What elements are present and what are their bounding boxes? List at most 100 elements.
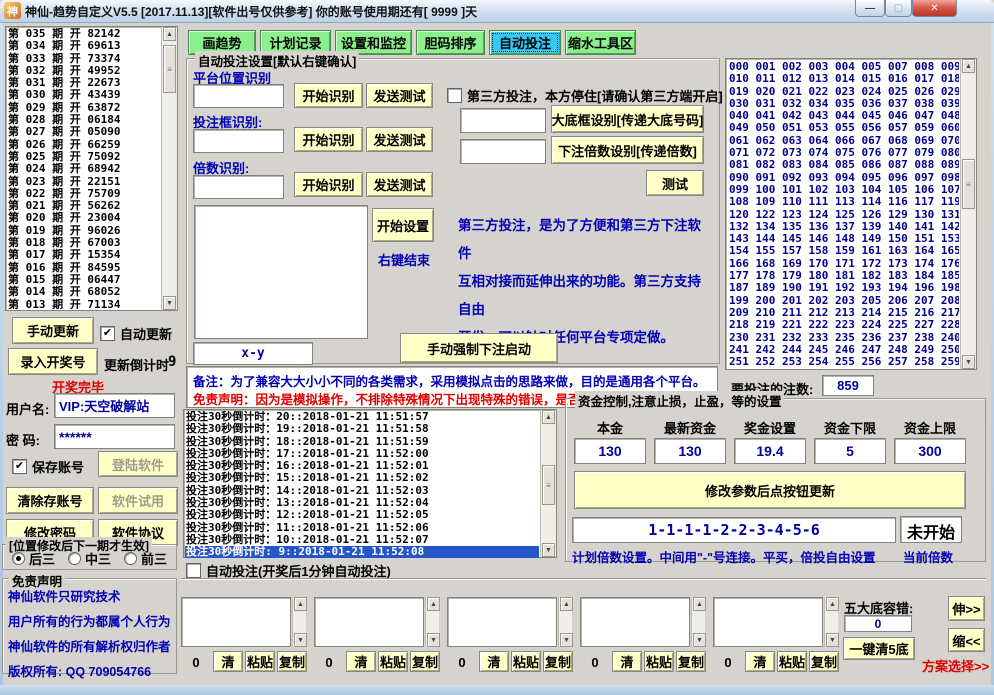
base-panel-1-paste-button[interactable]: 粘贴 — [245, 651, 275, 672]
base-panel-1-clear-button[interactable]: 清 — [213, 651, 243, 672]
manual-force-bet-button[interactable]: 手动强制下注启动 — [400, 333, 558, 363]
auto-update-checkbox[interactable]: ✔ 自动更新 — [100, 324, 172, 343]
bet-box-input[interactable] — [193, 129, 284, 153]
manual-update-button[interactable]: 手动更新 — [12, 317, 94, 344]
base-panel-5-paste-button[interactable]: 粘贴 — [777, 651, 807, 672]
base-panel-3-copy-button[interactable]: 复制 — [543, 651, 573, 672]
clear-saved-account-button[interactable]: 清除存账号 — [6, 487, 94, 514]
radio-mid3[interactable]: 中三 — [68, 549, 111, 568]
base-panel-2-textarea[interactable] — [314, 597, 424, 647]
principal-field[interactable]: 130 — [574, 438, 646, 464]
save-account-checkbox[interactable]: ✔ 保存账号 — [12, 457, 84, 476]
recognize-preview-box[interactable] — [194, 205, 368, 339]
scroll-down-icon[interactable]: ▼ — [542, 543, 555, 557]
bigbase-frame-button[interactable]: 大底框设别[传递大底号码] — [551, 105, 704, 133]
plan-multiplier-field[interactable]: 1-1-1-1-2-2-3-4-5-6 — [572, 517, 896, 543]
draw-history-scrollbar[interactable]: ▲ ▼ ≡ — [161, 27, 177, 310]
scroll-thumb[interactable]: ≡ — [962, 159, 975, 209]
start-setup-button[interactable]: 开始设置 — [372, 208, 434, 242]
enter-draw-number-button[interactable]: 录入开奖号 — [8, 348, 98, 375]
base-panel-2-scrollbar[interactable]: ▲▼ — [425, 597, 439, 647]
scroll-down-icon[interactable]: ▼ — [962, 355, 975, 369]
numbers-scrollbar[interactable]: ▲ ▼ ≡ — [960, 59, 976, 369]
base-panel-5-clear-button[interactable]: 清 — [745, 651, 775, 672]
xy-coordinate-field[interactable]: x-y — [193, 342, 313, 365]
scroll-down-icon[interactable]: ▼ — [427, 633, 440, 647]
log-scrollbar[interactable]: ▲ ▼ ≡ — [540, 410, 556, 557]
base-panel-4-scrollbar[interactable]: ▲▼ — [691, 597, 705, 647]
base-panel-5-scrollbar[interactable]: ▲▼ — [824, 597, 838, 647]
maximize-button[interactable]: ▢ — [885, 0, 912, 17]
expand-button[interactable]: 伸>> — [948, 596, 985, 621]
bet-numbers-listbox[interactable]: 000 001 002 003 004 005 007 008 009 010 … — [725, 58, 977, 370]
bet-count-field[interactable]: 859 — [822, 375, 874, 396]
plan-select-link[interactable]: 方案选择>> — [922, 656, 989, 675]
scroll-thumb[interactable]: ≡ — [163, 45, 176, 93]
base-panel-4-paste-button[interactable]: 粘贴 — [644, 651, 674, 672]
base-panel-1-copy-button[interactable]: 复制 — [277, 651, 307, 672]
base-panel-3-clear-button[interactable]: 清 — [479, 651, 509, 672]
software-trial-button[interactable]: 软件试用 — [98, 487, 178, 514]
funds-floor-field[interactable]: 5 — [814, 438, 886, 464]
scroll-up-icon[interactable]: ▲ — [542, 410, 555, 424]
scroll-up-icon[interactable]: ▲ — [560, 597, 573, 611]
scroll-up-icon[interactable]: ▲ — [427, 597, 440, 611]
base-panel-4-clear-button[interactable]: 清 — [612, 651, 642, 672]
scroll-down-icon[interactable]: ▼ — [294, 633, 307, 647]
update-params-button[interactable]: 修改参数后点按钮更新 — [574, 471, 966, 509]
scroll-up-icon[interactable]: ▲ — [962, 59, 975, 73]
scroll-down-icon[interactable]: ▼ — [163, 296, 176, 310]
shrink-button[interactable]: 缩<< — [948, 628, 985, 652]
betbox-start-recognize-button[interactable]: 开始识别 — [294, 127, 363, 152]
base-panel-5-textarea[interactable] — [713, 597, 823, 647]
base-panel-4-copy-button[interactable]: 复制 — [676, 651, 706, 672]
platform-send-test-button[interactable]: 发送测试 — [366, 83, 433, 108]
bet-multiplier-input[interactable] — [460, 139, 546, 164]
tolerance-field[interactable]: 0 — [844, 615, 912, 632]
funds-ceiling-field[interactable]: 300 — [894, 438, 966, 464]
base-panel-5-copy-button[interactable]: 复制 — [809, 651, 839, 672]
scroll-up-icon[interactable]: ▲ — [826, 597, 839, 611]
close-button[interactable]: ✕ — [912, 0, 957, 17]
latest-funds-field[interactable]: 130 — [654, 438, 726, 464]
platform-start-recognize-button[interactable]: 开始识别 — [294, 83, 363, 108]
bet-multiplier-button[interactable]: 下注倍数设别[传递倍数] — [551, 136, 704, 164]
test-button[interactable]: 测试 — [646, 170, 704, 196]
multiplier-start-recognize-button[interactable]: 开始识别 — [294, 172, 363, 197]
username-field[interactable]: VIP:天空破解站 — [54, 393, 175, 418]
multiplier-input[interactable] — [193, 175, 284, 199]
tab-shrink-tools[interactable]: 缩水工具区 — [565, 30, 636, 55]
base-panel-2-copy-button[interactable]: 复制 — [410, 651, 440, 672]
scroll-down-icon[interactable]: ▼ — [826, 633, 839, 647]
base-panel-3-paste-button[interactable]: 粘贴 — [511, 651, 541, 672]
base-panel-3-textarea[interactable] — [447, 597, 557, 647]
scroll-up-icon[interactable]: ▲ — [163, 27, 176, 41]
multiplier-send-test-button[interactable]: 发送测试 — [366, 172, 433, 197]
login-button[interactable]: 登陆软件 — [98, 451, 178, 477]
base-panel-4-textarea[interactable] — [580, 597, 690, 647]
draw-history-listbox[interactable]: 第 035 期 开 82142 第 034 期 开 69613 第 033 期 … — [5, 26, 178, 311]
scroll-down-icon[interactable]: ▼ — [693, 633, 706, 647]
scroll-up-icon[interactable]: ▲ — [294, 597, 307, 611]
scroll-up-icon[interactable]: ▲ — [693, 597, 706, 611]
bet-countdown-log-listbox[interactable]: 投注30秒倒计时：20::2018-01-21 11:51:57 投注30秒倒计… — [183, 409, 557, 558]
base-panel-1-scrollbar[interactable]: ▲▼ — [292, 597, 306, 647]
tab-digit-sort[interactable]: 胆码排序 — [416, 30, 485, 55]
base-panel-3-scrollbar[interactable]: ▲▼ — [558, 597, 572, 647]
clear-5-bases-button[interactable]: 一键清5底 — [843, 637, 915, 660]
password-field[interactable]: ****** — [54, 424, 175, 449]
base-panel-2-clear-button[interactable]: 清 — [346, 651, 376, 672]
tab-auto-bet[interactable]: 自动投注 — [489, 30, 561, 55]
bigbase-frame-input[interactable] — [460, 108, 546, 133]
minimize-button[interactable]: — — [855, 0, 885, 17]
prize-setting-field[interactable]: 19.4 — [734, 438, 806, 464]
radio-front3[interactable]: 前三 — [124, 549, 167, 568]
scroll-down-icon[interactable]: ▼ — [560, 633, 573, 647]
platform-position-input[interactable] — [193, 84, 284, 108]
base-panel-2-paste-button[interactable]: 粘贴 — [378, 651, 408, 672]
betbox-send-test-button[interactable]: 发送测试 — [366, 127, 433, 152]
log-selected-row[interactable]: 投注30秒倒计时: 9::2018-01-21 11:52:08 — [185, 546, 539, 558]
radio-back3[interactable]: 后三 — [12, 549, 55, 568]
base-panel-1-textarea[interactable] — [181, 597, 291, 647]
third-party-checkbox[interactable]: 第三方投注，本方停住[请确认第三方端开启] — [447, 86, 723, 105]
